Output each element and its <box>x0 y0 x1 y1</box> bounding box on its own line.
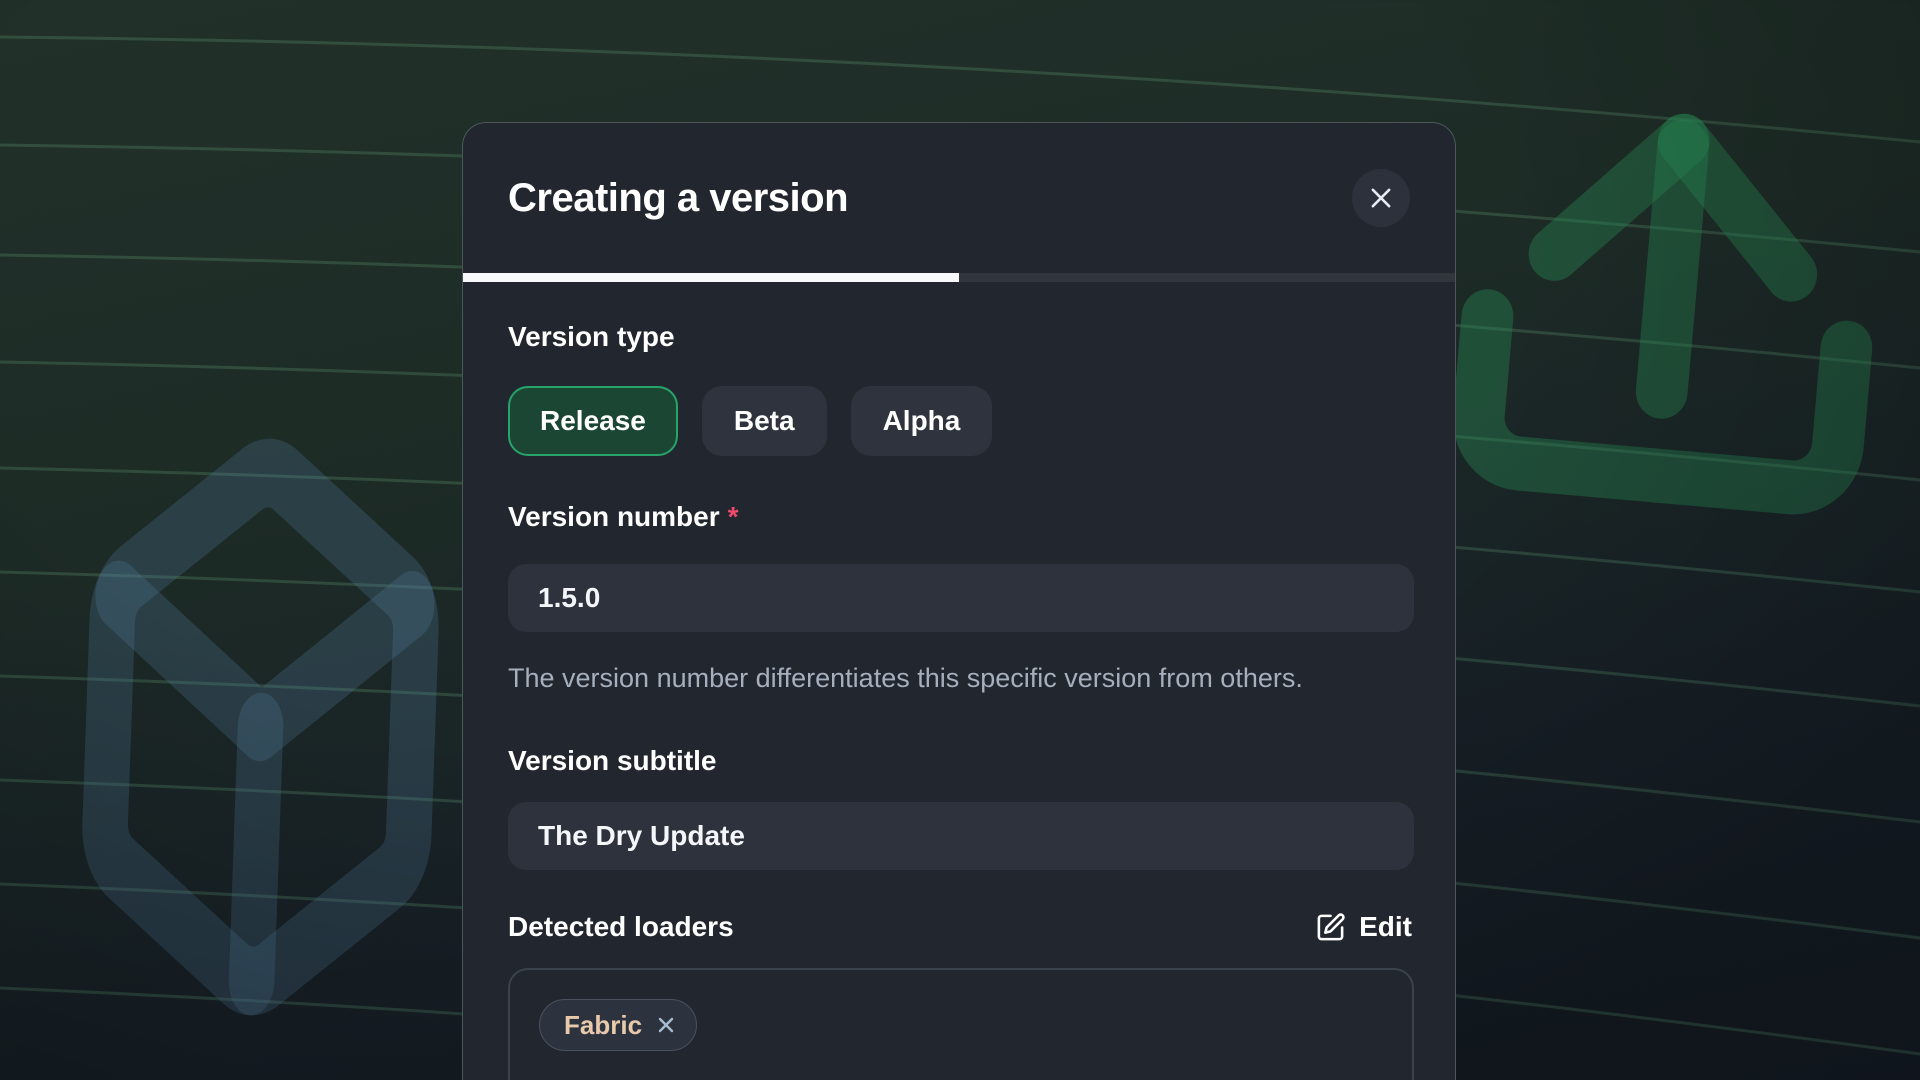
modal-body: Version type Release Beta Alpha Version … <box>463 282 1455 1080</box>
version-type-beta-button[interactable]: Beta <box>702 386 827 456</box>
version-type-release-button[interactable]: Release <box>508 386 678 456</box>
close-button[interactable] <box>1352 169 1410 227</box>
wizard-progress-bar <box>463 273 1455 282</box>
version-number-help-text: The version number differentiates this s… <box>508 656 1370 700</box>
square-pen-icon <box>1315 912 1346 943</box>
close-icon <box>1367 184 1395 212</box>
x-icon <box>654 1013 678 1037</box>
version-subtitle-input[interactable] <box>508 802 1414 870</box>
modal-header: Creating a version <box>463 123 1455 273</box>
detected-loaders-box: Fabric <box>508 968 1414 1080</box>
remove-loader-button[interactable] <box>654 1013 678 1037</box>
cube-outline-icon <box>47 415 473 1039</box>
version-number-input[interactable] <box>508 564 1414 632</box>
edit-loaders-button[interactable]: Edit <box>1315 911 1412 943</box>
version-type-label: Version type <box>508 320 1412 354</box>
version-number-label: Version number * <box>508 500 1412 534</box>
version-type-alpha-button[interactable]: Alpha <box>851 386 993 456</box>
version-number-label-text: Version number <box>508 500 720 534</box>
version-subtitle-label: Version subtitle <box>508 744 1412 778</box>
modal-title: Creating a version <box>508 176 848 221</box>
loader-chip-fabric: Fabric <box>539 999 697 1051</box>
detected-loaders-row: Detected loaders Edit <box>508 910 1412 944</box>
edit-button-label: Edit <box>1359 911 1412 943</box>
modal-progress-fill <box>463 273 959 282</box>
create-version-modal: Creating a version Version type Release … <box>462 122 1456 1080</box>
detected-loaders-label: Detected loaders <box>508 910 734 944</box>
required-asterisk: * <box>728 500 739 534</box>
upload-arrow-icon <box>1418 61 1918 579</box>
version-type-options: Release Beta Alpha <box>508 386 1412 456</box>
loader-chip-label: Fabric <box>564 1010 642 1041</box>
